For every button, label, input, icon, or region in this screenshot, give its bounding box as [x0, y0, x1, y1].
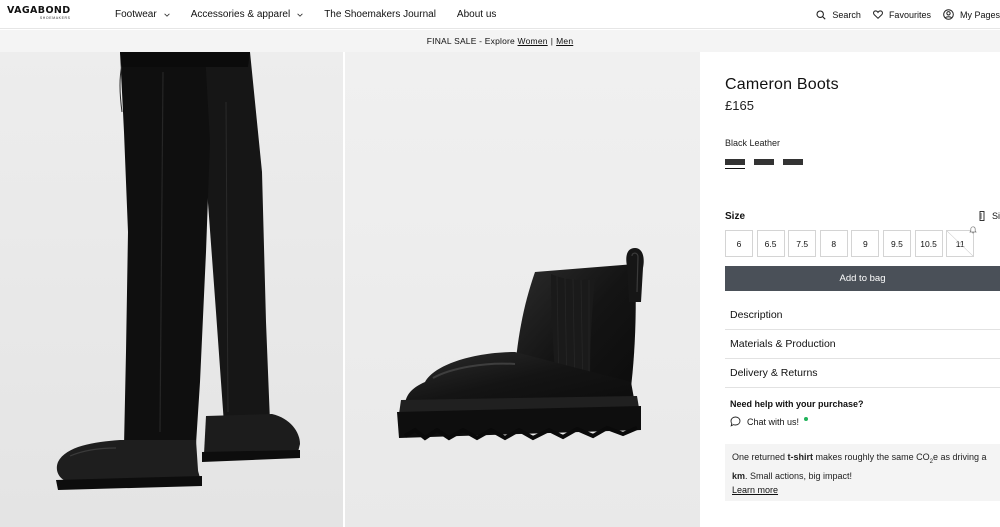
search-button[interactable]: Search: [816, 10, 861, 20]
product-image-boot[interactable]: [345, 52, 700, 527]
product-price: £165: [725, 98, 754, 113]
search-label: Search: [832, 9, 861, 20]
utility-nav: Search Favourites My Pages: [804, 0, 1000, 29]
eco-text-4: . Small actions, big impact!: [745, 470, 853, 481]
chat-with-us-button[interactable]: Chat with us!: [730, 416, 809, 427]
swatch-black-leather-2[interactable]: [754, 159, 774, 165]
eco-text-2: makes roughly the same CO: [813, 452, 930, 462]
nav-item-footwear[interactable]: Footwear: [115, 9, 170, 20]
nav-item-about[interactable]: About us: [457, 9, 496, 20]
size-option-11-sold-out[interactable]: 11: [946, 226, 977, 257]
nav-item-accessories[interactable]: Accessories & apparel: [191, 9, 304, 20]
eco-bold-km: km: [732, 470, 746, 481]
selected-swatch-indicator: [725, 168, 745, 169]
chevron-down-icon: [297, 13, 303, 17]
nav-item-journal[interactable]: The Shoemakers Journal: [324, 9, 436, 20]
swatch-black-leather-1[interactable]: [725, 159, 745, 165]
women-link[interactable]: Women: [518, 36, 548, 46]
men-link[interactable]: Men: [556, 36, 573, 46]
size-option-10-5[interactable]: 10.5: [914, 230, 943, 257]
my-pages-label: My Pages: [959, 9, 1000, 20]
announcement-text: FINAL SALE - Explore: [426, 36, 515, 46]
size-11-label: 11: [955, 238, 965, 249]
accordion-materials-production[interactable]: Materials & Production: [725, 330, 1000, 359]
boot-product-image: [345, 52, 700, 527]
add-to-bag-button[interactable]: Add to bag: [725, 266, 1000, 291]
learn-more-link[interactable]: Learn more: [732, 485, 778, 495]
online-status-dot: [804, 416, 809, 421]
swatch-black-leather-3[interactable]: [783, 159, 803, 165]
eco-bold-tshirt: t-shirt: [787, 452, 814, 462]
accordion-description[interactable]: Description: [725, 301, 1000, 330]
logo-sub-text: SHOEMAKERS: [39, 15, 71, 20]
accordion-delivery-returns[interactable]: Delivery & Returns: [725, 359, 1000, 388]
color-swatches: [725, 159, 812, 165]
nav-accessories-label: Accessories & apparel: [190, 9, 291, 20]
size-option-6-5[interactable]: 6.5: [756, 230, 785, 257]
chat-label: Chat with us!: [747, 416, 800, 427]
favourites-button[interactable]: Favourites: [873, 10, 931, 20]
model-wearing-boots-image: [0, 52, 343, 527]
logo-main-text: VAGABOND: [7, 5, 71, 16]
chevron-down-icon: [163, 13, 170, 17]
eco-text-1: One returned: [732, 452, 788, 462]
size-option-9-5[interactable]: 9.5: [882, 230, 911, 257]
vagabond-logo[interactable]: VAGABOND SHOEMAKERS: [7, 6, 71, 20]
heart-icon: [873, 10, 883, 19]
chat-bubble-icon: [730, 416, 741, 427]
user-icon: [943, 9, 954, 20]
product-title: Cameron Boots: [725, 76, 839, 93]
size-guide-label: Si: [992, 211, 1000, 221]
notify-bell-icon[interactable]: [969, 226, 977, 234]
size-option-7-5[interactable]: 7.5: [788, 230, 817, 257]
size-label: Size: [725, 211, 746, 222]
favourites-label: Favourites: [888, 9, 931, 20]
ruler-icon: [979, 211, 985, 221]
help-heading: Need help with your purchase?: [730, 399, 864, 409]
announcement-bar: FINAL SALE - Explore Women | Men: [0, 30, 1000, 52]
nav-footwear-label: Footwear: [115, 9, 157, 20]
size-guide-link[interactable]: Si: [979, 211, 1000, 221]
product-details-panel: Cameron Boots £165 Black Leather Size Si…: [725, 52, 1000, 527]
announcement-separator: |: [550, 36, 554, 46]
size-selector: 6 6.5 7.5 8 9 9.5 10.5 11: [725, 226, 978, 257]
size-option-9[interactable]: 9: [851, 230, 880, 257]
color-name: Black Leather: [725, 138, 781, 148]
nav-about-label: About us: [456, 9, 497, 20]
my-pages-button[interactable]: My Pages: [943, 9, 1000, 20]
nav-journal-label: The Shoemakers Journal: [324, 9, 436, 20]
size-option-8[interactable]: 8: [819, 230, 848, 257]
size-option-6[interactable]: 6: [725, 230, 753, 257]
site-header: VAGABOND SHOEMAKERS Footwear Accessories…: [0, 0, 1000, 29]
search-icon: [816, 9, 826, 20]
eco-text-3: e as driving a: [932, 452, 987, 462]
main-nav: Footwear Accessories & apparel The Shoem…: [115, 0, 517, 29]
product-image-model[interactable]: [0, 52, 343, 527]
